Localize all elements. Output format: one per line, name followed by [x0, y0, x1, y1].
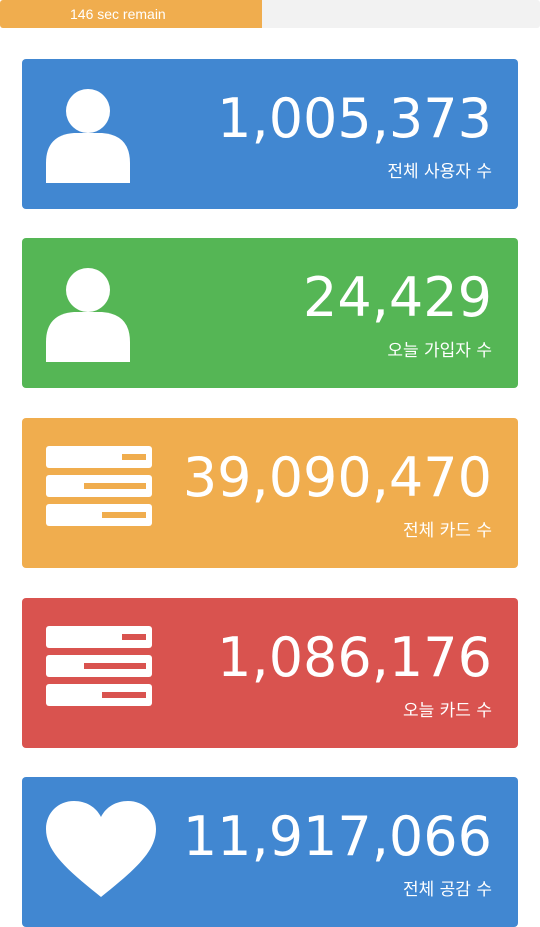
stat-card-total-users: 1,005,373 전체 사용자 수: [22, 59, 518, 209]
user-icon: [46, 89, 130, 183]
total-cards-value: 39,090,470: [182, 446, 492, 509]
today-signups-value: 24,429: [303, 266, 492, 329]
stat-card-total-cards: 39,090,470 전체 카드 수: [22, 418, 518, 568]
total-cards-label: 전체 카드 수: [402, 521, 492, 541]
today-cards-value: 1,086,176: [217, 626, 492, 689]
server-icon: [46, 446, 152, 526]
total-users-value: 1,005,373: [217, 87, 492, 150]
countdown-progress-bar: 146 sec remain: [0, 0, 540, 28]
user-icon: [46, 268, 130, 362]
stat-card-today-cards: 1,086,176 오늘 카드 수: [22, 598, 518, 748]
stat-card-total-likes: 11,917,066 전체 공감 수: [22, 777, 518, 927]
heart-icon: [46, 801, 156, 897]
server-icon: [46, 626, 152, 706]
total-users-label: 전체 사용자 수: [387, 162, 492, 182]
total-likes-value: 11,917,066: [182, 805, 492, 868]
today-cards-label: 오늘 카드 수: [402, 701, 492, 721]
today-signups-label: 오늘 가입자 수: [387, 341, 492, 361]
stat-card-today-signups: 24,429 오늘 가입자 수: [22, 238, 518, 388]
countdown-text: 146 sec remain: [70, 6, 166, 22]
total-likes-label: 전체 공감 수: [402, 880, 492, 900]
